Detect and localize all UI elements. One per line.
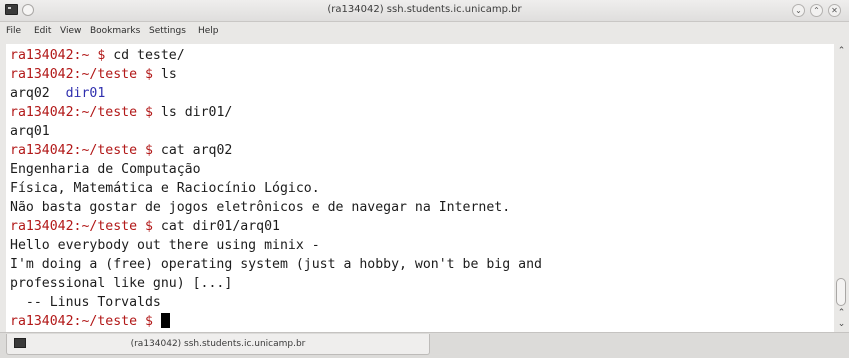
menu-file[interactable]: File (6, 26, 21, 36)
shell-prompt-path: ~/teste $ (81, 105, 161, 120)
terminal-line: professional like gnu) [...] (10, 276, 233, 291)
close-icon[interactable]: ✕ (828, 4, 841, 17)
menu-bookmarks[interactable]: Bookmarks (90, 26, 140, 36)
terminal-line: Engenharia de Computação (10, 162, 201, 177)
shell-prompt-user: ra134042: (10, 67, 82, 82)
maximize-icon[interactable]: ⌃ (810, 4, 823, 17)
terminal-output[interactable]: ra134042:~ $ cd teste/ ra134042:~/teste … (6, 44, 834, 332)
file-entry: arq02 (10, 86, 66, 101)
shell-prompt-path: ~/teste $ (81, 143, 161, 158)
text-cursor (160, 313, 170, 328)
terminal-line: ra134042:~/teste $ cat dir01/arq01 (10, 217, 280, 236)
terminal-line: ra134042:~/teste $ (10, 312, 170, 331)
command-text: cat dir01/arq01 (160, 219, 280, 234)
terminal-line: Hello everybody out there using minix - (10, 238, 320, 253)
shell-prompt-user: ra134042: (10, 143, 82, 158)
terminal-line: ra134042:~ $ cd teste/ (10, 46, 185, 65)
scroll-up-icon[interactable]: ⌃ (836, 46, 847, 56)
scrollbar-thumb[interactable] (836, 278, 846, 306)
window-title: (ra134042) ssh.students.ic.unicamp.br (327, 4, 522, 15)
command-text: cd teste/ (113, 48, 185, 63)
directory-entry: dir01 (65, 86, 106, 101)
session-tab[interactable]: (ra134042) ssh.students.ic.unicamp.br (6, 334, 430, 355)
shell-prompt-user: ra134042: (10, 314, 82, 329)
shell-prompt-user: ra134042: (10, 105, 82, 120)
menu-settings[interactable]: Settings (149, 26, 186, 36)
command-text: ls dir01/ (160, 105, 233, 120)
terminal-line: arq01 (10, 124, 50, 139)
menu-view[interactable]: View (60, 26, 81, 36)
shell-prompt-path: ~/teste $ (81, 219, 161, 234)
terminal-line: -- Linus Torvalds (10, 295, 161, 310)
shell-prompt-user: ra134042: (10, 219, 82, 234)
shell-prompt: ra134042:~ $ (10, 48, 114, 63)
command-text: ls (160, 67, 177, 82)
shell-prompt-path: ~/teste $ (81, 67, 161, 82)
terminal-line: ra134042:~/teste $ ls (10, 65, 177, 84)
vertical-scrollbar[interactable]: ⌃ ⌃ ⌄ (834, 44, 849, 332)
tab-label: (ra134042) ssh.students.ic.unicamp.br (130, 339, 306, 349)
terminal-line: arq02 dir01 (10, 84, 105, 103)
terminal-line: ra134042:~/teste $ cat arq02 (10, 141, 232, 160)
shell-prompt-path: ~/teste $ (81, 314, 161, 329)
scroll-up-icon[interactable]: ⌃ (836, 308, 847, 318)
minimize-icon[interactable]: ⌄ (792, 4, 805, 17)
terminal-line: Não basta gostar de jogos eletrônicos e … (10, 200, 511, 215)
terminal-line: ra134042:~/teste $ ls dir01/ (10, 103, 232, 122)
command-text: cat arq02 (160, 143, 233, 158)
tab-bar: (ra134042) ssh.students.ic.unicamp.br (0, 332, 849, 358)
terminal-line: Física, Matemática e Raciocínio Lógico. (10, 181, 320, 196)
menubar: File Edit View Bookmarks Settings Help (0, 22, 849, 42)
menu-help[interactable]: Help (198, 26, 219, 36)
terminal-line: I'm doing a (free) operating system (jus… (10, 257, 542, 272)
window-titlebar[interactable]: (ra134042) ssh.students.ic.unicamp.br ⌄ … (0, 0, 849, 22)
menu-edit[interactable]: Edit (34, 26, 51, 36)
scroll-down-icon[interactable]: ⌄ (836, 319, 847, 329)
